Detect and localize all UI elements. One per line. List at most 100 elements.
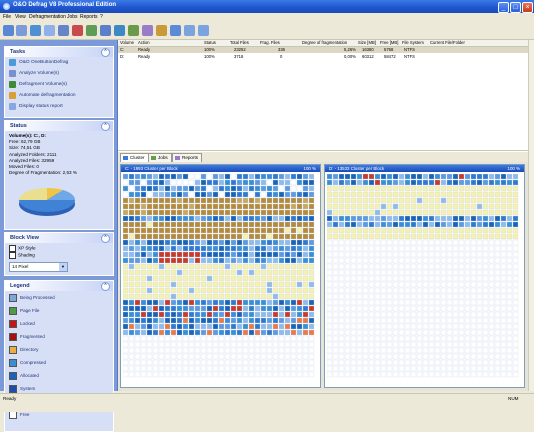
task-display-status-report[interactable]: Display status report bbox=[5, 101, 113, 112]
cluster-block bbox=[146, 293, 153, 300]
zoom-icon[interactable] bbox=[170, 25, 181, 36]
cluster-block bbox=[327, 174, 333, 180]
cluster-block bbox=[422, 269, 429, 276]
cluster-block bbox=[188, 179, 195, 186]
cluster-block bbox=[302, 227, 309, 234]
cluster-block bbox=[194, 365, 201, 372]
pause-icon[interactable] bbox=[30, 25, 41, 36]
column-file-system[interactable]: File System bbox=[402, 40, 424, 45]
table-row[interactable]: C: Ready 100% 23252 336 5,26% 16380 5768… bbox=[118, 47, 534, 53]
cluster-block bbox=[212, 347, 219, 354]
cluster-block bbox=[284, 215, 291, 222]
cluster-block bbox=[272, 329, 279, 336]
cluster-block bbox=[134, 341, 141, 348]
cluster-block bbox=[327, 263, 333, 270]
menu-defragmentation[interactable]: Defragmentation bbox=[29, 14, 66, 20]
cluster-block bbox=[368, 329, 375, 336]
back-icon[interactable] bbox=[184, 25, 195, 36]
menu-view[interactable]: View bbox=[15, 14, 26, 20]
task-analyze-volumes[interactable]: Analyze Volume(s) bbox=[5, 68, 113, 79]
cluster-block bbox=[200, 251, 207, 258]
report-icon[interactable] bbox=[142, 25, 153, 36]
close-button[interactable]: × bbox=[522, 2, 533, 13]
shading-checkbox-row[interactable]: Shading bbox=[5, 252, 113, 259]
cluster-block bbox=[428, 371, 435, 378]
cluster-block bbox=[500, 281, 507, 288]
cluster-block bbox=[344, 191, 351, 198]
column-current-file[interactable]: Current File/Folder bbox=[430, 40, 465, 45]
xp-style-checkbox-row[interactable]: XP Style bbox=[5, 245, 113, 252]
column-volume[interactable]: Volume bbox=[120, 40, 134, 45]
cluster-block bbox=[230, 287, 237, 294]
cluster-block bbox=[410, 287, 417, 294]
cluster-block bbox=[194, 341, 201, 348]
cluster-block bbox=[512, 191, 519, 198]
task-automate-defragmentation[interactable]: Automate defragmentation bbox=[5, 90, 113, 101]
cancel-icon[interactable] bbox=[72, 25, 83, 36]
cluster-block bbox=[452, 341, 459, 348]
job-icon[interactable] bbox=[128, 25, 139, 36]
cluster-block bbox=[218, 251, 225, 258]
defrag-icon[interactable] bbox=[114, 25, 125, 36]
cluster-block bbox=[146, 305, 153, 312]
collapse-chevron-icon[interactable]: ⌃ bbox=[101, 122, 110, 131]
minimize-button[interactable]: _ bbox=[498, 2, 509, 13]
table-row[interactable]: D: Ready 100% 3718 0 0,00% 60312 58472 N… bbox=[118, 54, 534, 60]
cluster-block bbox=[278, 305, 285, 312]
analyze-icon[interactable] bbox=[100, 25, 111, 36]
cluster-block bbox=[506, 209, 513, 216]
cluster-block bbox=[488, 329, 495, 336]
column-total-files[interactable]: Total Files bbox=[230, 40, 249, 45]
xp-style-checkbox[interactable] bbox=[9, 245, 16, 252]
column-size[interactable]: Size [MB] bbox=[358, 40, 376, 45]
cluster-block bbox=[194, 293, 201, 300]
pixel-size-select[interactable]: 14 Pixel ▼ bbox=[9, 262, 68, 272]
disk-icon[interactable] bbox=[156, 25, 167, 36]
column-action[interactable]: Action bbox=[138, 40, 150, 45]
task-defragment-volumes[interactable]: Defragment Volume(s) bbox=[5, 79, 113, 90]
volume-icon[interactable] bbox=[58, 25, 69, 36]
cluster-block bbox=[416, 251, 423, 258]
collapse-chevron-icon[interactable]: ⌃ bbox=[101, 282, 110, 291]
shading-checkbox[interactable] bbox=[9, 252, 16, 259]
chevron-down-icon[interactable]: ▼ bbox=[59, 263, 67, 271]
collapse-chevron-icon[interactable]: ⌃ bbox=[101, 234, 110, 243]
cluster-block bbox=[464, 359, 471, 366]
settings-icon[interactable] bbox=[44, 25, 55, 36]
cluster-block bbox=[230, 293, 237, 300]
menu-jobs[interactable]: Jobs bbox=[67, 14, 78, 20]
menu-reports[interactable]: Reports bbox=[80, 14, 98, 20]
column-status[interactable]: Status bbox=[204, 40, 216, 45]
refresh-icon[interactable] bbox=[86, 25, 97, 36]
maximize-button[interactable]: □ bbox=[510, 2, 521, 13]
cluster-block bbox=[284, 257, 291, 264]
menu-file[interactable]: File bbox=[3, 14, 11, 20]
cluster-block bbox=[482, 359, 489, 366]
cluster-block bbox=[158, 305, 165, 312]
cluster-block bbox=[368, 347, 375, 354]
cluster-block bbox=[488, 305, 495, 312]
cluster-block bbox=[512, 263, 519, 270]
cluster-block bbox=[332, 209, 339, 216]
column-degree[interactable]: Degree of fragmentation bbox=[302, 40, 347, 45]
cluster-block bbox=[206, 311, 213, 318]
cluster-block bbox=[140, 275, 147, 282]
cluster-block bbox=[434, 179, 441, 186]
cluster-block bbox=[182, 287, 189, 294]
start-icon[interactable] bbox=[3, 25, 14, 36]
task-onebutton-defrag[interactable]: O&O OneButtonDefrag bbox=[5, 57, 113, 68]
cluster-block bbox=[158, 341, 165, 348]
cluster-block bbox=[296, 329, 303, 336]
cluster-block bbox=[362, 257, 369, 264]
collapse-chevron-icon[interactable]: ⌃ bbox=[101, 48, 110, 57]
vertical-scrollbar[interactable] bbox=[528, 40, 534, 391]
column-frag-files[interactable]: Frag. Files bbox=[260, 40, 280, 45]
cluster-block bbox=[344, 371, 351, 378]
cluster-block bbox=[200, 227, 207, 234]
stop-icon[interactable] bbox=[16, 25, 27, 36]
forward-icon[interactable] bbox=[198, 25, 209, 36]
jobs-icon bbox=[151, 156, 156, 160]
column-free[interactable]: Free [MB] bbox=[380, 40, 398, 45]
menu-help[interactable]: ? bbox=[100, 14, 103, 20]
cluster-block bbox=[212, 353, 219, 360]
